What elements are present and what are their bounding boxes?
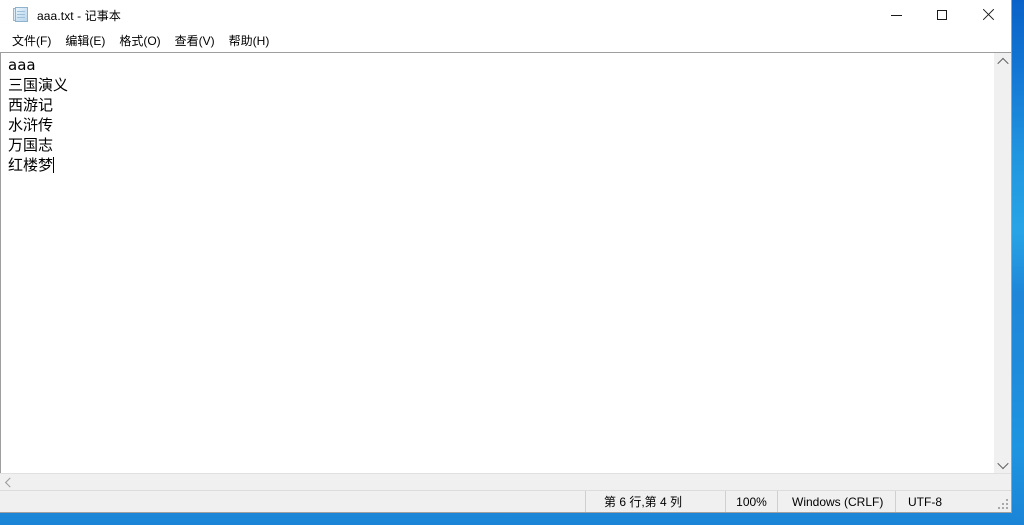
window-title: aaa.txt - 记事本 — [37, 8, 121, 23]
window-controls — [873, 0, 1011, 30]
maximize-button[interactable] — [919, 0, 965, 30]
text-line-with-caret: 红楼梦 — [8, 155, 55, 175]
chevron-left-icon — [4, 477, 15, 487]
maximize-icon — [937, 10, 947, 20]
minimize-button[interactable] — [873, 0, 919, 30]
text-caret — [53, 157, 55, 173]
status-zoom-level[interactable]: 100% — [725, 491, 777, 512]
vertical-scrollbar[interactable] — [993, 53, 1011, 473]
status-line-ending[interactable]: Windows (CRLF) — [777, 491, 895, 512]
menu-item-format[interactable]: 格式(O) — [112, 30, 167, 52]
text-line: 红楼梦 — [8, 156, 54, 174]
text-editor[interactable]: aaa 三国演义 西游记 水浒传 万国志 红楼梦 — [1, 53, 993, 473]
close-icon — [982, 9, 994, 21]
status-cursor-position: 第 6 行,第 4 列 — [585, 491, 725, 512]
text-line: 三国演义 — [8, 76, 69, 94]
scroll-left-button[interactable] — [0, 474, 17, 490]
chevron-down-icon — [996, 457, 1009, 469]
horizontal-scroll-track[interactable] — [17, 474, 994, 490]
text-line: 万国志 — [8, 136, 54, 154]
title-bar[interactable]: aaa.txt - 记事本 — [0, 0, 1011, 30]
close-button[interactable] — [965, 0, 1011, 30]
menu-bar: 文件(F) 编辑(E) 格式(O) 查看(V) 帮助(H) — [0, 30, 1011, 52]
text-line: 西游记 — [8, 96, 54, 114]
scroll-up-button[interactable] — [994, 53, 1011, 70]
notepad-icon — [13, 7, 29, 23]
text-line: aaa — [8, 56, 36, 74]
resize-grip[interactable] — [995, 491, 1011, 512]
minimize-icon — [890, 14, 902, 16]
status-encoding[interactable]: UTF-8 — [895, 491, 995, 512]
menu-item-file[interactable]: 文件(F) — [5, 30, 58, 52]
status-bar: 第 6 行,第 4 列 100% Windows (CRLF) UTF-8 — [0, 490, 1011, 512]
menu-item-edit[interactable]: 编辑(E) — [58, 30, 112, 52]
notepad-window: aaa.txt - 记事本 文件(F) 编辑(E) 格式(O) 查看(V) 帮助… — [0, 0, 1012, 513]
menu-item-help[interactable]: 帮助(H) — [222, 30, 277, 52]
menu-item-view[interactable]: 查看(V) — [168, 30, 222, 52]
scrollbar-corner — [994, 474, 1011, 490]
scroll-down-button[interactable] — [994, 456, 1011, 473]
horizontal-scrollbar[interactable] — [0, 473, 1011, 490]
text-line: 水浒传 — [8, 116, 54, 134]
editor-region: aaa 三国演义 西游记 水浒传 万国志 红楼梦 — [0, 52, 1011, 473]
chevron-up-icon — [996, 57, 1009, 69]
